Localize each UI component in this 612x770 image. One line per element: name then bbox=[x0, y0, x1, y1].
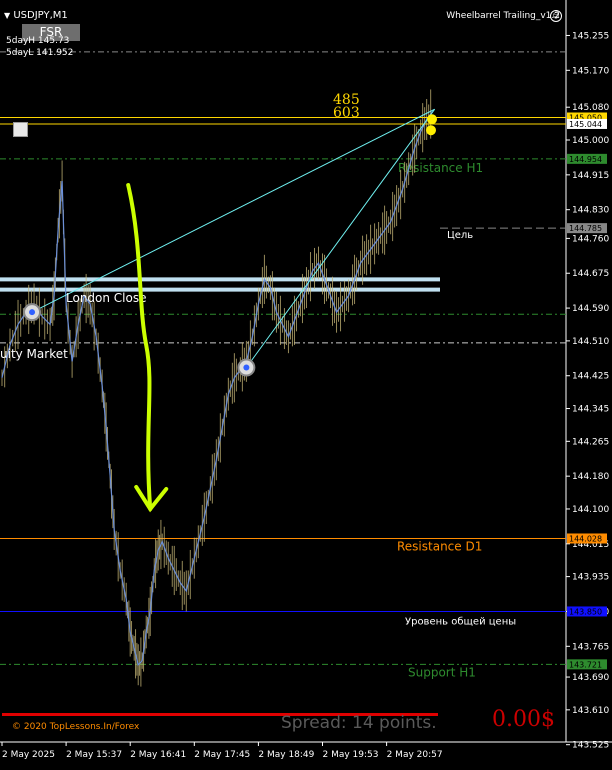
y-tick-label: 143.765 bbox=[572, 642, 609, 652]
symbol-title-bar: ▼ USDJPY,M1 bbox=[4, 10, 68, 21]
session-label-equity-market: uity Market bbox=[0, 347, 68, 361]
y-tick-label: 144.345 bbox=[572, 405, 609, 415]
y-tick-label: 144.510 bbox=[572, 337, 609, 347]
price-line bbox=[1, 110, 434, 666]
level-label: Resistance D1 bbox=[397, 539, 482, 553]
y-tick-label: 145.080 bbox=[572, 103, 609, 113]
y-tick-label: 144.830 bbox=[572, 206, 609, 216]
day-high-label: 5dayH 145.73 bbox=[6, 36, 70, 46]
x-tick-label: 2 May 15:37 bbox=[66, 750, 122, 760]
x-tick-label: 2 May 18:49 bbox=[258, 750, 314, 760]
level-label: Уровень общей цены bbox=[405, 616, 516, 627]
y-tick-label: 143.525 bbox=[572, 741, 609, 751]
yellow-label-603: 603 bbox=[333, 105, 360, 121]
symbol-title: USDJPY,M1 bbox=[13, 10, 68, 21]
price-tag-label: 144.785 bbox=[569, 224, 602, 233]
y-tick-label: 144.915 bbox=[572, 171, 609, 181]
annotation-arrow[interactable] bbox=[126, 183, 153, 511]
x-tick-label: 2 May 2025 bbox=[2, 750, 55, 760]
y-tick-label: 144.590 bbox=[572, 304, 609, 314]
current-dot bbox=[426, 125, 436, 136]
small-square-button[interactable] bbox=[13, 122, 28, 137]
level-label: Цель bbox=[447, 230, 473, 241]
trendline[interactable] bbox=[31, 108, 435, 313]
price-tag-label: 144.954 bbox=[569, 155, 602, 164]
y-tick-label: 144.675 bbox=[572, 269, 609, 279]
x-tick-label: 2 May 19:53 bbox=[323, 750, 379, 760]
y-tick-label: 143.690 bbox=[572, 673, 609, 683]
profit-label: 0.00$ bbox=[492, 707, 555, 732]
y-tick-label: 145.255 bbox=[572, 31, 609, 41]
y-tick-label: 144.265 bbox=[572, 437, 609, 447]
y-tick-label: 144.100 bbox=[572, 505, 609, 515]
y-tick-label: 144.180 bbox=[572, 472, 609, 482]
signal-marker-dot bbox=[243, 364, 250, 371]
ea-name: Wheelbarrel Trailing_v1.2 bbox=[446, 11, 560, 21]
day-low-label: 5dayL 141.952 bbox=[6, 48, 74, 58]
y-tick-label: 144.760 bbox=[572, 234, 609, 244]
current-dot bbox=[427, 114, 437, 125]
spread-label: Spread: 14 points. bbox=[281, 713, 437, 733]
y-tick-label: 143.610 bbox=[572, 706, 609, 716]
y-tick-label: 145.000 bbox=[572, 136, 609, 146]
price-tag-label: 143.850 bbox=[569, 607, 602, 616]
level-label: Support H1 bbox=[408, 665, 476, 679]
price-tag-label: 145.044 bbox=[569, 120, 602, 129]
session-label-london-close: London Close bbox=[66, 291, 147, 305]
x-tick-label: 2 May 17:45 bbox=[194, 750, 250, 760]
copyright-label: © 2020 TopLessons.In/Forex bbox=[12, 722, 140, 732]
price-tag-label: 144.028 bbox=[569, 534, 602, 543]
y-tick-label: 143.935 bbox=[572, 573, 609, 583]
price-chart[interactable]: 145.255 145.170 145.080 145.000 144.915 144.8… bbox=[0, 0, 612, 770]
chart-window[interactable]: 145.255 145.170 145.080 145.000 144.915 144.8… bbox=[0, 0, 612, 770]
dropdown-triangle-icon[interactable]: ▼ bbox=[4, 11, 10, 20]
y-tick-label: 144.425 bbox=[572, 372, 609, 382]
x-tick-label: 2 May 16:41 bbox=[130, 750, 186, 760]
price-tag-label: 143.721 bbox=[569, 660, 602, 669]
y-tick-label: 145.170 bbox=[572, 66, 609, 76]
x-tick-label: 2 May 20:57 bbox=[387, 750, 443, 760]
signal-marker-dot bbox=[29, 309, 36, 316]
smiley-icon[interactable]: ☺ bbox=[550, 10, 562, 22]
